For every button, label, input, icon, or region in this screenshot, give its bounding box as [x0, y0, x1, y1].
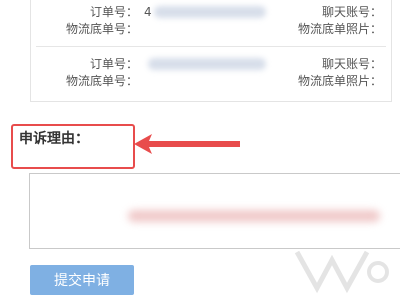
- red-arrow-icon: [134, 134, 240, 154]
- record-1-order-redacted: [154, 6, 266, 18]
- watermark-logo-icon: [294, 250, 389, 294]
- record-divider: [36, 46, 386, 47]
- appeal-reason-redacted-text: [128, 210, 380, 222]
- record-2-chat-label: 聊天账号：: [322, 57, 383, 71]
- record-1-logistics-label: 物流底单号：: [66, 22, 139, 36]
- appeal-form-page: 订单号： 4 聊天账号： 物流底单号： 物流底单照片： 订单号： 聊天账号： 物…: [0, 0, 400, 300]
- record-2-order-redacted: [148, 58, 266, 70]
- record-2-photo-label: 物流底单照片：: [298, 74, 383, 88]
- record-2-order-label: 订单号：: [90, 57, 139, 71]
- record-1-chat-label: 聊天账号：: [322, 5, 383, 19]
- appeal-reason-label: 申诉理由：: [19, 131, 89, 147]
- record-1-order-value: 4: [144, 5, 152, 19]
- submit-application-button[interactable]: 提交申请: [30, 265, 134, 295]
- record-2-logistics-label: 物流底单号：: [66, 74, 139, 88]
- record-1-photo-label: 物流底单照片：: [298, 22, 383, 36]
- record-1-order-label: 订单号：: [90, 5, 139, 19]
